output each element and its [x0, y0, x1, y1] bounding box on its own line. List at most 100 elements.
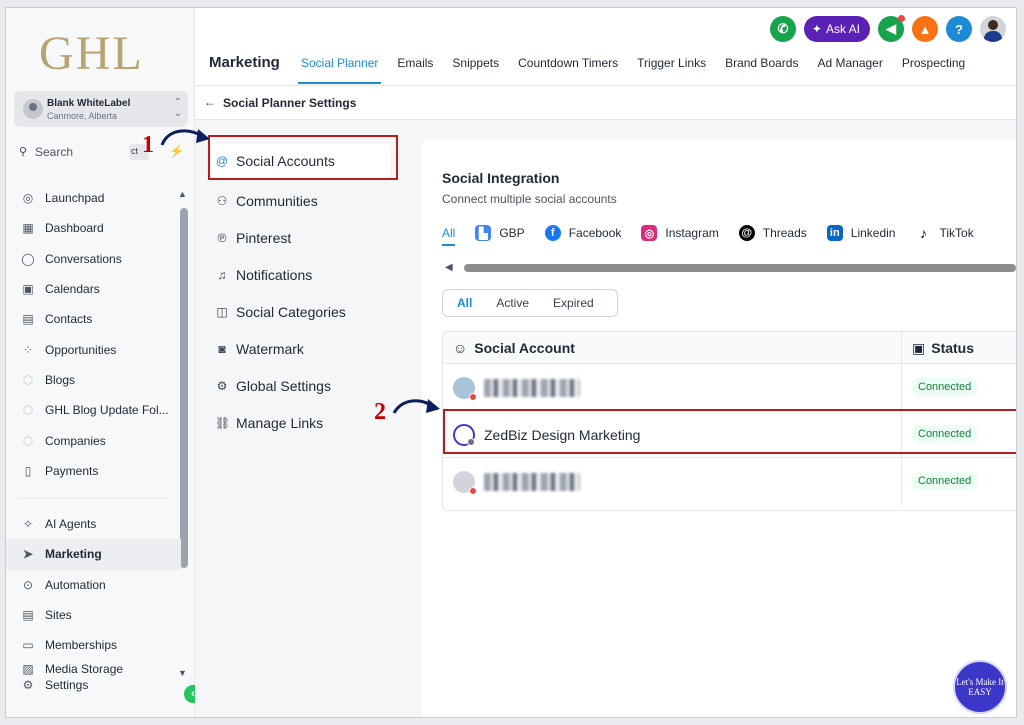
opportunities-icon: ⁘	[22, 342, 34, 357]
sidebar-item-label: Settings	[45, 678, 89, 693]
filter-all[interactable]: All	[443, 296, 482, 310]
phone-icon[interactable]: ✆	[769, 16, 796, 42]
sidebar-item-settings[interactable]: ⚙ Settings	[6, 678, 181, 692]
account-avatar	[453, 377, 477, 401]
status-badge: Connected	[911, 472, 979, 490]
calendar-icon: ▣	[22, 282, 34, 297]
scroll-left-icon[interactable]: ◀	[445, 262, 453, 273]
user-avatar[interactable]	[980, 16, 1006, 42]
settings-item-label: Social Categories	[236, 304, 346, 320]
search-label: Search	[35, 145, 74, 159]
ask-ai-button[interactable]: ✦ Ask AI	[803, 16, 870, 42]
blurred-account-name	[484, 473, 580, 491]
sidebar-item-dashboard[interactable]: ▦ Dashboard	[6, 213, 181, 243]
contacts-icon: ▤	[22, 312, 34, 327]
settings-item-social-categories[interactable]: ◫ Social Categories	[215, 304, 346, 320]
settings-item-label: Global Settings	[236, 378, 331, 394]
tab-ad-manager[interactable]: Ad Manager	[817, 56, 882, 84]
platform-tab-facebook[interactable]: f Facebook	[544, 225, 622, 247]
top-header: ✆ ✦ Ask AI ◀ ▲ ? Marketing Social Planner…	[195, 8, 1016, 86]
sidebar-item-blogs[interactable]: ⬡ Blogs	[6, 365, 181, 395]
account-cell	[453, 377, 580, 401]
tab-countdown-timers[interactable]: Countdown Timers	[518, 56, 618, 84]
watermark-badge: Let's Make It EASY	[953, 660, 1007, 714]
platform-tab-instagram[interactable]: ◎ Instagram	[641, 225, 719, 247]
sidebar-scrollbar[interactable]	[180, 208, 188, 568]
dashboard-icon: ▦	[22, 221, 34, 236]
gear-icon: ⚙	[22, 678, 34, 693]
app-window: GHL Blank WhiteLabel Canmore, Alberta ⌃ ⌄…	[5, 7, 1017, 718]
sidebar-item-companies[interactable]: ⬡ Companies	[6, 425, 181, 455]
sidebar-item-contacts[interactable]: ▤ Contacts	[6, 304, 181, 334]
table-row[interactable]: Connected	[443, 458, 1016, 505]
sidebar-item-sites[interactable]: ▤ Sites	[6, 600, 181, 630]
sidebar-item-label: Launchpad	[45, 191, 105, 206]
status-cell: Connected	[901, 458, 1016, 505]
gbp-icon: ▙	[475, 225, 492, 241]
sidebar-item-conversations[interactable]: ◯ Conversations	[6, 244, 181, 274]
gear-icon: ⚙	[216, 379, 228, 393]
back-arrow-icon[interactable]: ←	[204, 95, 216, 109]
platform-tab-gbp[interactable]: ▙ GBP	[475, 225, 525, 247]
sidebar-item-label: Media Storage	[45, 662, 124, 677]
settings-item-pinterest[interactable]: ℗ Pinterest	[215, 230, 292, 246]
filter-active[interactable]: Active	[482, 296, 539, 310]
sidebar-item-ghl-blog[interactable]: ⬡ GHL Blog Update Fol...	[6, 395, 181, 425]
platform-tab-label: Instagram	[665, 226, 719, 240]
sidebar-item-calendars[interactable]: ▣ Calendars	[6, 274, 181, 304]
sidebar-item-label: Payments	[45, 463, 99, 478]
sparkle-icon: ✧	[22, 517, 34, 532]
status-badge: Connected	[911, 378, 979, 396]
platform-tab-tiktok[interactable]: ♪ TikTok	[915, 225, 974, 247]
filter-expired[interactable]: Expired	[539, 296, 604, 310]
bell-icon[interactable]: ▲	[912, 16, 938, 42]
megaphone-icon[interactable]: ◀	[878, 15, 905, 42]
platform-tab-label: TikTok	[939, 226, 974, 240]
sidebar-item-payments[interactable]: ▯ Payments	[6, 456, 181, 486]
media-icon: ▨	[22, 662, 34, 677]
platform-tab-label: Facebook	[568, 226, 622, 240]
column-header-account: ☺ Social Account	[453, 340, 575, 356]
settings-item-notifications[interactable]: ♫ Notifications	[215, 267, 313, 283]
settings-item-global-settings[interactable]: ⚙ Global Settings	[215, 378, 331, 394]
help-icon[interactable]: ?	[946, 16, 972, 42]
sidebar-item-opportunities[interactable]: ⁘ Opportunities	[6, 334, 181, 364]
companies-icon: ⬡	[22, 433, 34, 448]
settings-item-watermark[interactable]: ◙ Watermark	[215, 341, 304, 357]
tab-emails[interactable]: Emails	[397, 56, 433, 84]
tabs-scrollbar[interactable]: ◀	[442, 262, 1016, 274]
platform-tab-threads[interactable]: @ Threads	[738, 225, 807, 247]
bell-icon: ♫	[217, 268, 227, 282]
tab-snippets[interactable]: Snippets	[452, 56, 499, 84]
tab-prospecting[interactable]: Prospecting	[902, 56, 965, 84]
sidebar-item-marketing[interactable]: ➤ Marketing	[6, 539, 181, 570]
sidebar-item-launchpad[interactable]: ◎ Launchpad	[6, 183, 181, 213]
link-icon: ⛓	[215, 416, 231, 430]
sites-icon: ▤	[22, 608, 34, 622]
sidebar-item-media-storage[interactable]: ▨ Media Storage	[6, 660, 181, 678]
user-circle-icon: ☺	[453, 340, 468, 356]
platform-tab-label: GBP	[499, 226, 525, 240]
app-logo: GHL	[39, 27, 144, 80]
scrollbar-thumb[interactable]	[464, 264, 1016, 272]
card-subtitle: Connect multiple social accounts	[442, 192, 617, 206]
sidebar-item-label: Conversations	[45, 251, 122, 266]
sidebar-item-ai-agents[interactable]: ✧ AI Agents	[6, 509, 181, 539]
sidebar-item-label: Opportunities	[45, 342, 117, 357]
tab-trigger-links[interactable]: Trigger Links	[637, 56, 706, 84]
settings-item-communities[interactable]: ⚇ Communities	[215, 193, 318, 209]
automation-icon: ⊙	[22, 577, 34, 592]
platform-tab-linkedin[interactable]: in Linkedin	[826, 225, 895, 247]
account-switcher[interactable]: Blank WhiteLabel Canmore, Alberta ⌃ ⌄	[14, 91, 188, 127]
sidebar-nav: ◎ Launchpad ▦ Dashboard ◯ Conversations ▣ Ca…	[6, 183, 181, 692]
sidebar-item-memberships[interactable]: ▭ Memberships	[6, 630, 181, 660]
sidebar-item-automation[interactable]: ⊙ Automation	[6, 570, 181, 600]
table-row[interactable]: Connected	[443, 364, 1016, 411]
sidebar: GHL Blank WhiteLabel Canmore, Alberta ⌃ ⌄…	[6, 8, 202, 717]
platform-tab-all[interactable]: All	[442, 226, 456, 246]
sidebar-item-label: Memberships	[45, 638, 118, 653]
tab-brand-boards[interactable]: Brand Boards	[725, 56, 798, 84]
highlight-zedbiz-row	[443, 409, 1016, 454]
tab-social-planner[interactable]: Social Planner	[297, 56, 382, 84]
settings-item-manage-links[interactable]: ⛓ Manage Links	[215, 415, 323, 431]
